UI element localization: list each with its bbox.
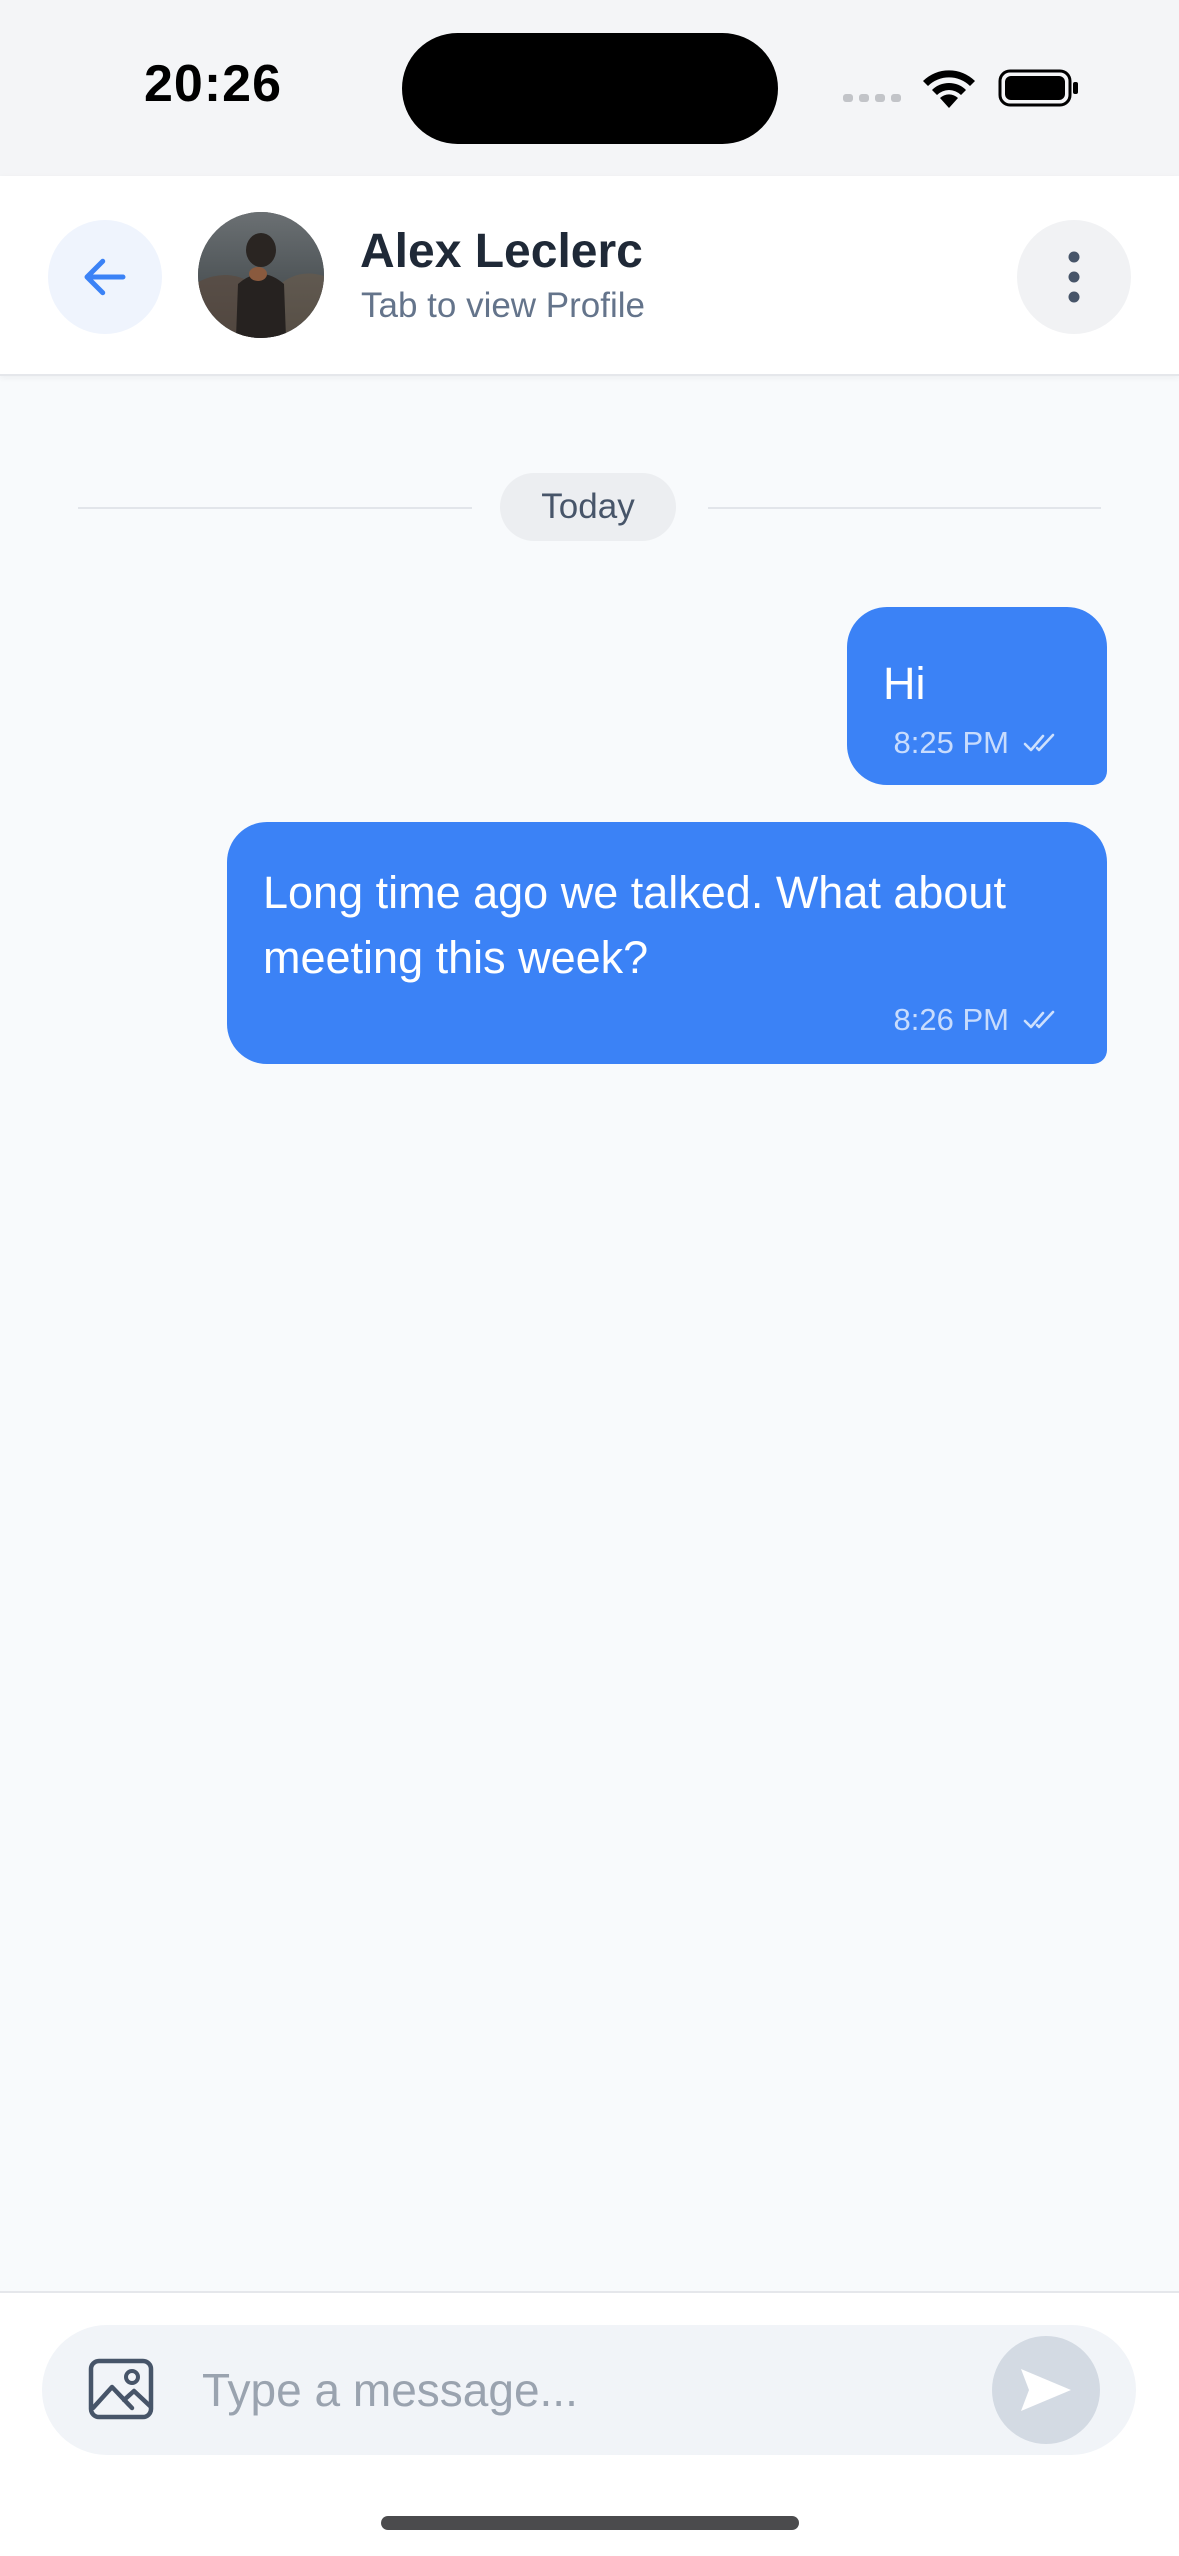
message-text: Long time ago we talked. What about meet… <box>263 867 1006 983</box>
send-button[interactable] <box>992 2336 1100 2444</box>
message-meta: 8:26 PM <box>894 1002 1059 1038</box>
chat-screen: 20:26 Alex Leclerc Tab to view Profile T… <box>0 0 1179 2556</box>
double-check-icon <box>1023 1010 1055 1029</box>
dynamic-island <box>402 33 778 144</box>
message-time: 8:26 PM <box>893 1002 1009 1037</box>
status-time: 20:26 <box>144 55 282 113</box>
more-options-button[interactable] <box>1017 220 1131 334</box>
arrow-left-icon <box>84 258 126 296</box>
image-icon[interactable] <box>88 2358 154 2420</box>
message-bubble-outgoing[interactable]: Long time ago we talked. What about meet… <box>227 822 1107 1064</box>
contact-name[interactable]: Alex Leclerc <box>360 224 643 279</box>
back-button[interactable] <box>48 220 162 334</box>
send-icon <box>1021 2369 1071 2411</box>
home-indicator[interactable] <box>381 2516 799 2530</box>
message-meta: 8:25 PM <box>894 725 1059 761</box>
wifi-icon <box>923 70 975 108</box>
divider-right <box>708 507 1101 509</box>
date-separator: Today <box>500 473 676 541</box>
view-profile-hint[interactable]: Tab to view Profile <box>361 286 645 326</box>
message-input[interactable] <box>202 2349 1002 2431</box>
divider-left <box>78 507 472 509</box>
chat-header: Alex Leclerc Tab to view Profile <box>0 176 1179 376</box>
cellular-signal-icon <box>843 94 901 102</box>
battery-icon <box>998 69 1078 107</box>
composer-input-wrapper <box>42 2325 1136 2455</box>
message-time: 8:25 PM <box>893 725 1009 760</box>
more-vertical-icon <box>1068 251 1080 303</box>
avatar[interactable] <box>198 212 324 338</box>
message-text: Hi <box>883 658 926 709</box>
message-bubble-outgoing[interactable]: Hi 8:25 PM <box>847 607 1107 785</box>
status-bar: 20:26 <box>0 0 1179 176</box>
double-check-icon <box>1023 733 1055 752</box>
